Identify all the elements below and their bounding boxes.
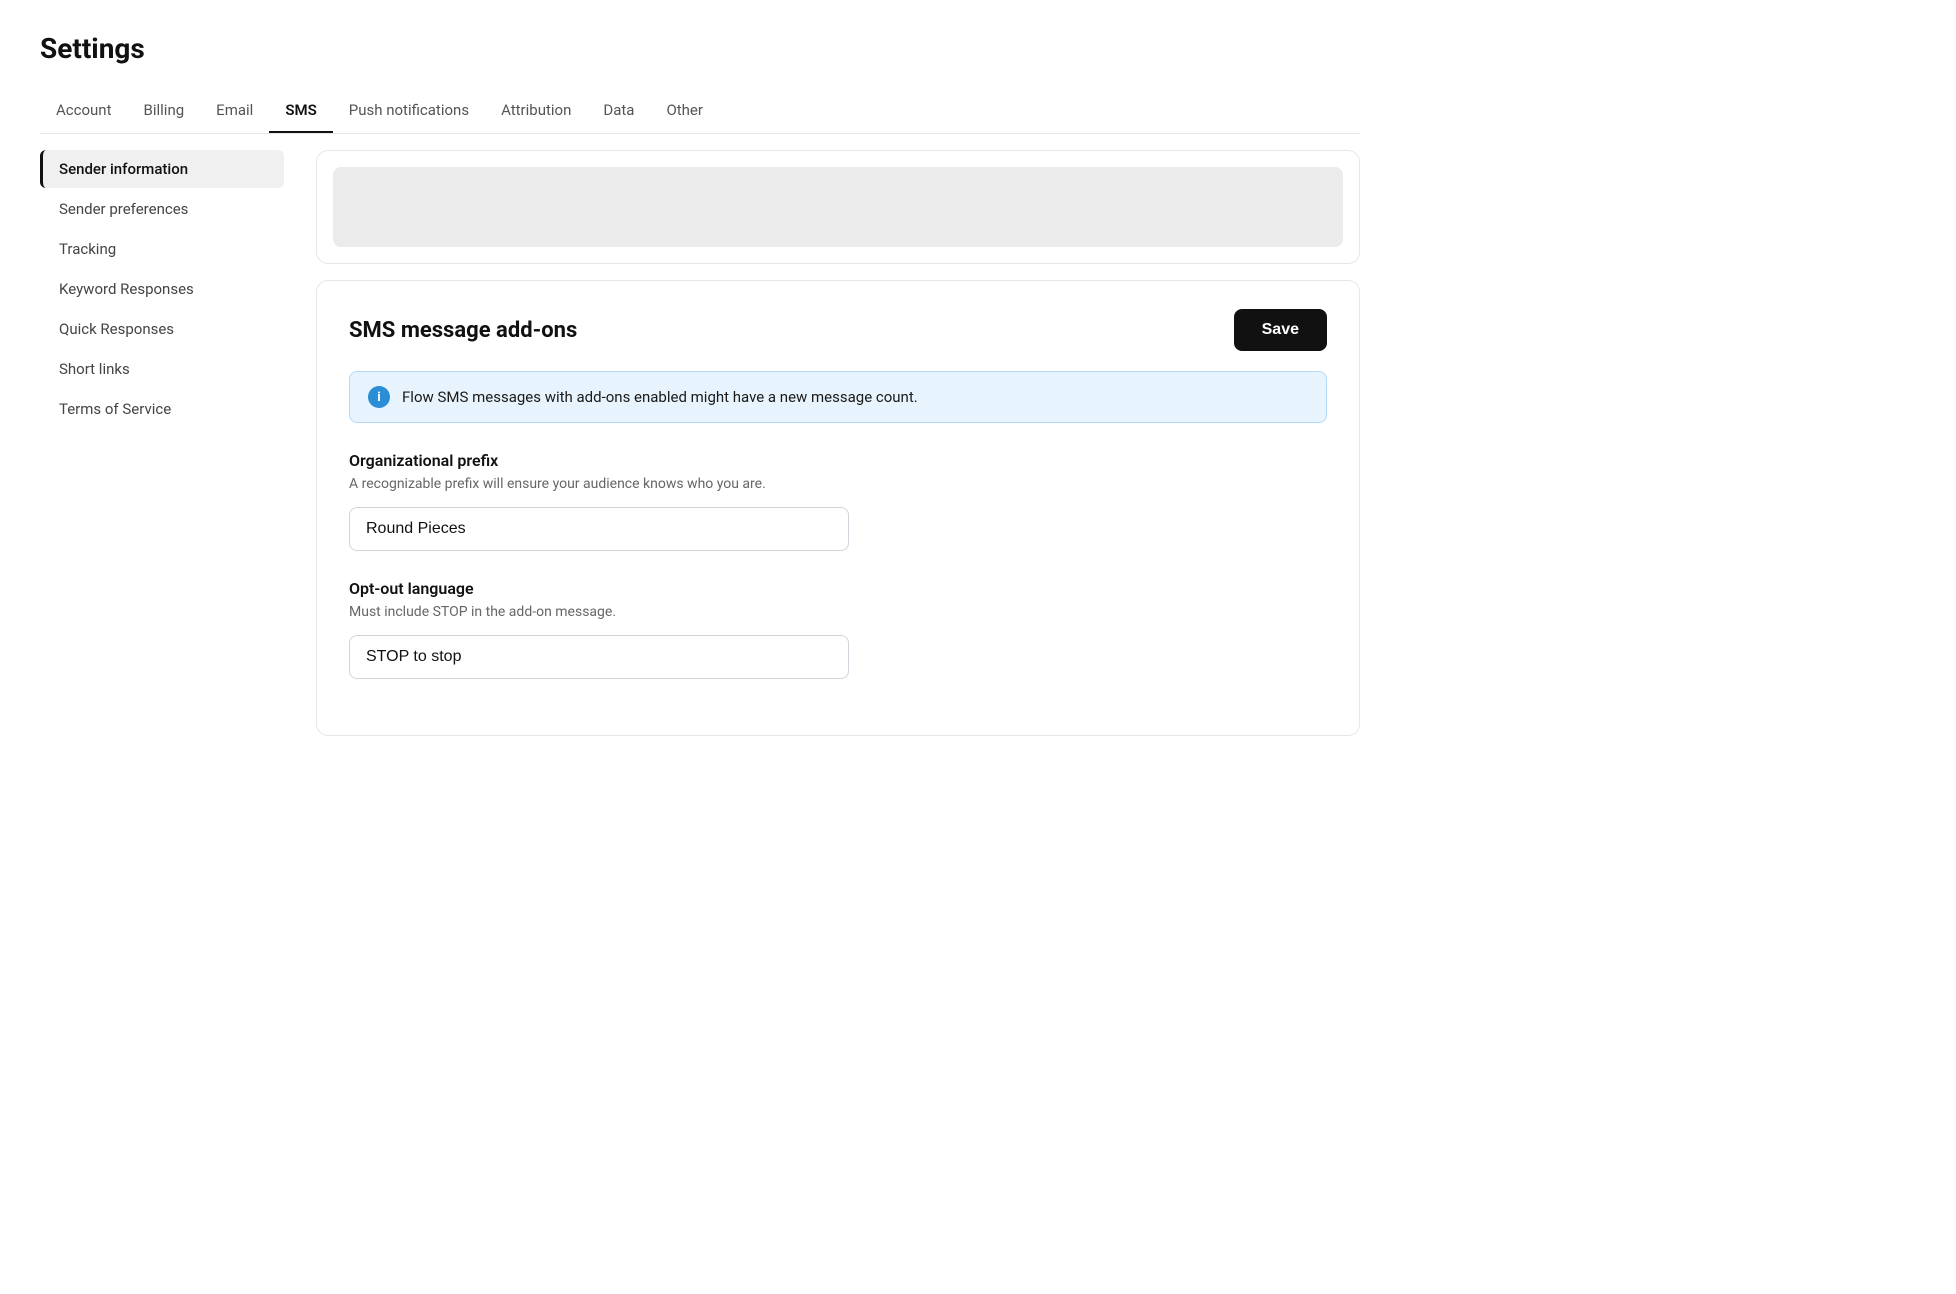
tab-attribution[interactable]: Attribution bbox=[485, 89, 587, 133]
opt-out-title: Opt-out language bbox=[349, 579, 1327, 598]
tab-other[interactable]: Other bbox=[650, 89, 719, 133]
top-card-gray-area bbox=[333, 167, 1343, 247]
info-banner-text: Flow SMS messages with add-ons enabled m… bbox=[402, 388, 918, 406]
main-layout: Sender information Sender preferences Tr… bbox=[40, 134, 1360, 752]
sidebar: Sender information Sender preferences Tr… bbox=[40, 134, 300, 752]
tab-email[interactable]: Email bbox=[200, 89, 269, 133]
sidebar-item-tracking[interactable]: Tracking bbox=[40, 230, 284, 268]
sidebar-item-short-links[interactable]: Short links bbox=[40, 350, 284, 388]
info-icon: i bbox=[368, 386, 390, 408]
save-button[interactable]: Save bbox=[1234, 309, 1327, 351]
sidebar-item-keyword-responses[interactable]: Keyword Responses bbox=[40, 270, 284, 308]
tab-push-notifications[interactable]: Push notifications bbox=[333, 89, 485, 133]
org-prefix-input[interactable] bbox=[349, 507, 849, 551]
sidebar-item-sender-information[interactable]: Sender information bbox=[40, 150, 284, 188]
top-nav: Account Billing Email SMS Push notificat… bbox=[40, 89, 1360, 134]
opt-out-input[interactable] bbox=[349, 635, 849, 679]
sidebar-item-terms-of-service[interactable]: Terms of Service bbox=[40, 390, 284, 428]
card-header: SMS message add-ons Save bbox=[349, 309, 1327, 351]
page-title: Settings bbox=[40, 32, 1360, 65]
opt-out-desc: Must include STOP in the add-on message. bbox=[349, 602, 1327, 623]
org-prefix-desc: A recognizable prefix will ensure your a… bbox=[349, 474, 1327, 495]
addons-card: SMS message add-ons Save i Flow SMS mess… bbox=[316, 280, 1360, 736]
tab-account[interactable]: Account bbox=[40, 89, 128, 133]
info-banner: i Flow SMS messages with add-ons enabled… bbox=[349, 371, 1327, 423]
org-prefix-section: Organizational prefix A recognizable pre… bbox=[349, 451, 1327, 551]
addons-card-title: SMS message add-ons bbox=[349, 318, 577, 343]
tab-billing[interactable]: Billing bbox=[128, 89, 201, 133]
sidebar-item-quick-responses[interactable]: Quick Responses bbox=[40, 310, 284, 348]
tab-sms[interactable]: SMS bbox=[269, 89, 332, 133]
content-area: SMS message add-ons Save i Flow SMS mess… bbox=[300, 134, 1360, 752]
opt-out-section: Opt-out language Must include STOP in th… bbox=[349, 579, 1327, 679]
top-card bbox=[316, 150, 1360, 264]
sidebar-item-sender-preferences[interactable]: Sender preferences bbox=[40, 190, 284, 228]
org-prefix-title: Organizational prefix bbox=[349, 451, 1327, 470]
tab-data[interactable]: Data bbox=[587, 89, 650, 133]
